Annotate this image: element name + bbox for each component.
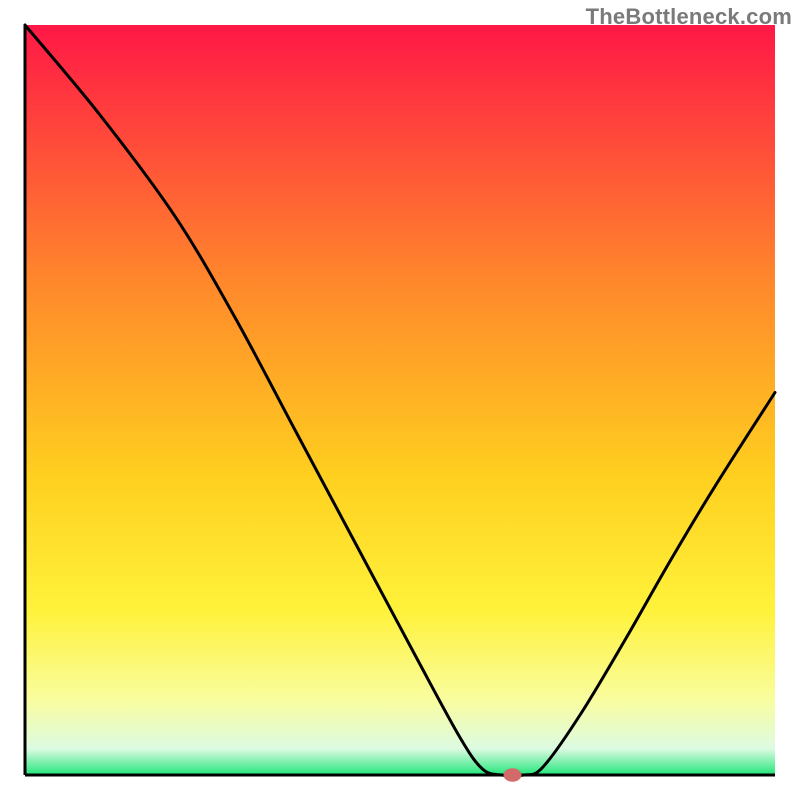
optimal-point-marker [504, 768, 522, 782]
chart-background-gradient [25, 25, 775, 775]
chart-container: TheBottleneck.com [0, 0, 800, 800]
watermark-label: TheBottleneck.com [586, 4, 792, 30]
bottleneck-chart [0, 0, 800, 800]
